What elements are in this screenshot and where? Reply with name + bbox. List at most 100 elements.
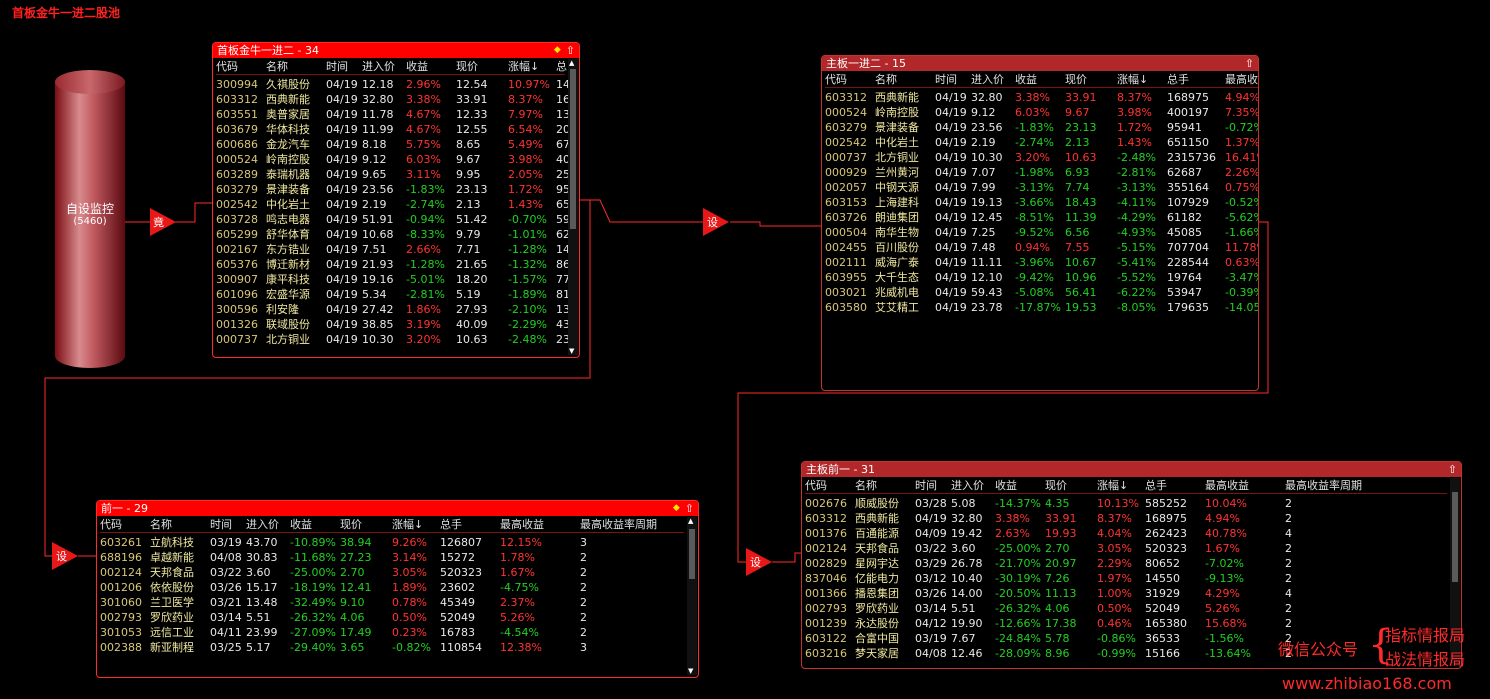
column-header[interactable]: 最高收益 (500, 517, 544, 532)
column-header[interactable]: 名称 (855, 478, 877, 493)
column-header[interactable]: 代码 (100, 517, 122, 532)
column-header[interactable]: 代码 (216, 59, 238, 74)
collapse-icon[interactable]: ⇧ (1245, 56, 1254, 71)
collapse-icon[interactable]: ⇧ (1448, 462, 1457, 477)
table-row[interactable]: 603279 景津装备 04/19 23.56 -1.83% 23.13 1.72% 95 (216, 182, 570, 197)
column-header[interactable]: 名称 (266, 59, 288, 74)
table-row[interactable]: 002124 天邦食品 03/22 3.60 -25.00% 2.70 3.05% 52032… (100, 565, 684, 580)
scroll-thumb[interactable] (1452, 492, 1458, 582)
column-header[interactable]: 涨幅↓ (508, 59, 539, 74)
column-header[interactable]: 代码 (805, 478, 827, 493)
table-row[interactable]: 603728 鸣志电器 04/19 51.91 -0.94% 51.42 -0.70% 59 (216, 212, 570, 227)
panel-header[interactable]: 主板一进二 - 15 ⇧ (822, 56, 1258, 71)
table-row[interactable]: 002793 罗欣药业 03/14 5.51 -26.32% 4.06 0.50% 52049… (805, 601, 1447, 616)
scrollbar[interactable]: ▲ ▼ (568, 59, 578, 355)
scroll-thumb[interactable] (570, 69, 576, 229)
diamond-icon[interactable]: ◆ (554, 43, 561, 58)
column-header[interactable]: 进入价 (362, 59, 395, 74)
scroll-down-icon[interactable]: ▼ (688, 667, 693, 675)
column-header[interactable]: 现价 (1045, 478, 1067, 493)
table-row[interactable]: 301053 远信工业 04/11 23.99 -27.09% 17.49 0.23% 167… (100, 625, 684, 640)
column-header[interactable]: 时间 (210, 517, 232, 532)
table-row[interactable]: 001239 永达股份 04/12 19.90 -12.66% 17.38 0.46% 165… (805, 616, 1447, 631)
table-row[interactable]: 837046 亿能电力 03/12 10.40 -30.19% 7.26 1.97% 1455… (805, 571, 1447, 586)
table-row[interactable]: 000504 南华生物 04/19 7.25 -9.52% 6.56 -4.93% 45085… (825, 225, 1258, 240)
column-header[interactable]: 最高收益率周期 (1285, 478, 1362, 493)
table-row[interactable]: 603551 奥普家居 04/19 11.78 4.67% 12.33 7.97% 13 (216, 107, 570, 122)
column-header[interactable]: 时间 (326, 59, 348, 74)
panel-previous[interactable]: 前一 - 29 ◆ ⇧ 代码 名称 时间 进入价 收益 现价 涨幅↓ 总手 最高收益 最高收益率周期… (96, 500, 699, 678)
column-header[interactable]: 收益 (290, 517, 312, 532)
table-row[interactable]: 605376 博迁新材 04/19 21.93 -1.28% 21.65 -1.32% 86 (216, 257, 570, 272)
scroll-up-icon[interactable]: ▲ (569, 59, 574, 67)
column-header[interactable]: 名称 (150, 517, 172, 532)
table-row[interactable]: 002829 星网宇达 03/29 26.78 -21.70% 20.97 2.29% 806… (805, 556, 1447, 571)
panel-main-board[interactable]: 主板一进二 - 15 ⇧ 代码 名称 时间 进入价 收益 现价 涨幅↓ 总手 最高收 60331… (821, 55, 1259, 391)
collapse-icon[interactable]: ⇧ (685, 501, 694, 516)
column-header[interactable]: 最高收益 (1205, 478, 1249, 493)
column-header[interactable]: 最高收益率周期 (580, 517, 657, 532)
diamond-icon[interactable]: ◆ (673, 501, 680, 516)
scroll-down-icon[interactable]: ▼ (569, 347, 574, 355)
table-row[interactable]: 002542 中化岩土 04/19 2.19 -2.74% 2.13 1.43% 651150… (825, 135, 1258, 150)
column-header[interactable]: 收益 (995, 478, 1017, 493)
scroll-thumb[interactable] (689, 529, 695, 579)
table-row[interactable]: 002676 顺威股份 03/28 5.08 -14.37% 4.35 10.13% 5852… (805, 496, 1447, 511)
table-row[interactable]: 603312 西典新能 04/19 32.80 3.38% 33.91 8.37% 16897… (825, 90, 1258, 105)
table-row[interactable]: 000929 兰州黄河 04/19 7.07 -1.98% 6.93 -2.81% 62687… (825, 165, 1258, 180)
table-row[interactable]: 300994 久祺股份 04/19 12.18 2.96% 12.54 10.97% 14 (216, 77, 570, 92)
column-header[interactable]: 现价 (1065, 72, 1087, 87)
column-header[interactable]: 进入价 (951, 478, 984, 493)
column-header[interactable]: 代码 (825, 72, 847, 87)
table-row[interactable]: 603726 朗迪集团 04/19 12.45 -8.51% 11.39 -4.29% 611… (825, 210, 1258, 225)
column-header[interactable]: 总 (556, 59, 567, 74)
column-header[interactable]: 进入价 (246, 517, 279, 532)
table-row[interactable]: 001376 百通能源 04/09 19.42 2.63% 19.93 4.04% 26242… (805, 526, 1447, 541)
table-row[interactable]: 001206 依依股份 03/26 15.17 -18.19% 12.41 1.89% 236… (100, 580, 684, 595)
column-header[interactable]: 名称 (875, 72, 897, 87)
table-row[interactable]: 300907 康平科技 04/19 19.16 -5.01% 18.20 -1.57% 77 (216, 272, 570, 287)
panel-header[interactable]: 主板前一 - 31 ⇧ (802, 462, 1461, 477)
column-header[interactable]: 现价 (456, 59, 478, 74)
table-row[interactable]: 000524 岭南控股 04/19 9.12 6.03% 9.67 3.98% 40 (216, 152, 570, 167)
table-row[interactable]: 003021 兆威机电 04/19 59.43 -5.08% 56.41 -6.22% 539… (825, 285, 1258, 300)
table-row[interactable]: 603289 泰瑞机器 04/19 9.65 3.11% 9.95 2.05% 25 (216, 167, 570, 182)
column-header[interactable]: 最高收 (1225, 72, 1258, 87)
table-row[interactable]: 601096 宏盛华源 04/19 5.34 -2.81% 5.19 -1.89% 81 (216, 287, 570, 302)
table-row[interactable]: 603580 艾艾精工 04/19 23.78 -17.87% 19.53 -8.05% 17… (825, 300, 1258, 315)
column-header[interactable]: 涨幅↓ (392, 517, 423, 532)
column-header[interactable]: 涨幅↓ (1097, 478, 1128, 493)
collapse-icon[interactable]: ⇧ (566, 43, 575, 58)
table-row[interactable]: 603153 上海建科 04/19 19.13 -3.66% 18.43 -4.11% 107… (825, 195, 1258, 210)
table-row[interactable]: 002455 百川股份 04/19 7.48 0.94% 7.55 -5.15% 707704… (825, 240, 1258, 255)
column-header[interactable]: 涨幅↓ (1117, 72, 1148, 87)
column-header[interactable]: 时间 (915, 478, 937, 493)
table-row[interactable]: 603679 华体科技 04/19 11.99 4.67% 12.55 6.54% 20 (216, 122, 570, 137)
column-header[interactable]: 收益 (406, 59, 428, 74)
table-row[interactable]: 000524 岭南控股 04/19 9.12 6.03% 9.67 3.98% 400197 7… (825, 105, 1258, 120)
table-row[interactable]: 000737 北方铜业 04/19 10.30 3.20% 10.63 -2.48% 2315… (825, 150, 1258, 165)
table-row[interactable]: 603312 西典新能 04/19 32.80 3.38% 33.91 8.37% 16 (216, 92, 570, 107)
column-header[interactable]: 现价 (340, 517, 362, 532)
table-row[interactable]: 000737 北方铜业 04/19 10.30 3.20% 10.63 -2.48% 23 (216, 332, 570, 347)
setting-node-3[interactable]: 设 (746, 548, 772, 576)
table-row[interactable]: 300596 利安隆 04/19 27.42 1.86% 27.93 -2.10% 13 (216, 302, 570, 317)
competition-node[interactable]: 竟 (150, 208, 176, 236)
table-row[interactable]: 603279 景津装备 04/19 23.56 -1.83% 23.13 1.72% 9594… (825, 120, 1258, 135)
table-row[interactable]: 002057 中钢天源 04/19 7.99 -3.13% 7.74 -3.13% 35516… (825, 180, 1258, 195)
panel-first-board[interactable]: 首板金牛一进二 - 34 ◆ ⇧ 代码 名称 时间 进入价 收益 现价 涨幅↓ 总 300994… (212, 42, 580, 358)
table-row[interactable]: 603955 大千生态 04/19 12.10 -9.42% 10.96 -5.52% 197… (825, 270, 1258, 285)
scrollbar[interactable]: ▲ ▼ (687, 517, 697, 675)
panel-header[interactable]: 首板金牛一进二 - 34 ◆ ⇧ (213, 43, 579, 58)
panel-header[interactable]: 前一 - 29 ◆ ⇧ (97, 501, 698, 516)
column-header[interactable]: 总手 (1167, 72, 1189, 87)
column-header[interactable]: 时间 (935, 72, 957, 87)
table-row[interactable]: 002124 天邦食品 03/22 3.60 -25.00% 2.70 3.05% 52032… (805, 541, 1447, 556)
table-row[interactable]: 002167 东方锆业 04/19 7.51 2.66% 7.71 -1.28% 14 (216, 242, 570, 257)
table-row[interactable]: 001366 播恩集团 03/26 14.00 -20.50% 11.13 1.00% 319… (805, 586, 1447, 601)
table-row[interactable]: 605299 舒华体育 04/19 10.68 -8.33% 9.79 -1.01% 62 (216, 227, 570, 242)
table-row[interactable]: 600686 金龙汽车 04/19 8.18 5.75% 8.65 5.49% 67 (216, 137, 570, 152)
column-header[interactable]: 总手 (440, 517, 462, 532)
panel-main-previous[interactable]: 主板前一 - 31 ⇧ 代码 名称 时间 进入价 收益 现价 涨幅↓ 总手 最高收益 最高收益率周… (801, 461, 1462, 669)
table-row[interactable]: 603261 立航科技 03/19 43.70 -10.89% 38.94 9.26% 126… (100, 535, 684, 550)
